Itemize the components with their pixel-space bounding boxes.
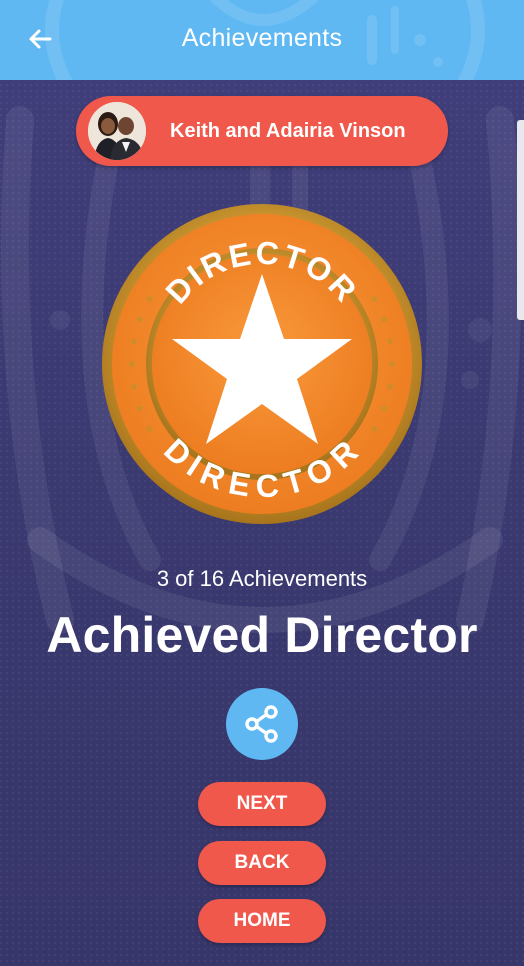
achievement-title: Achieved Director <box>46 607 478 663</box>
app-header: Achievements <box>0 0 524 80</box>
share-icon <box>245 705 278 743</box>
back-button[interactable]: BACK <box>198 841 326 885</box>
next-button[interactable]: NEXT <box>198 782 326 826</box>
page-title: Achievements <box>181 24 343 52</box>
user-name: Keith and Adairia Vinson <box>170 120 406 142</box>
scrollbar[interactable] <box>517 120 524 320</box>
user-profile-pill[interactable]: Keith and Adairia Vinson <box>76 96 448 166</box>
director-badge: DIRECTOR DIRECTOR <box>102 204 422 524</box>
achievement-progress: 3 of 16 Achievements <box>156 566 368 591</box>
home-button[interactable]: HOME <box>198 899 326 943</box>
share-button[interactable] <box>226 688 298 760</box>
avatar <box>88 102 146 160</box>
